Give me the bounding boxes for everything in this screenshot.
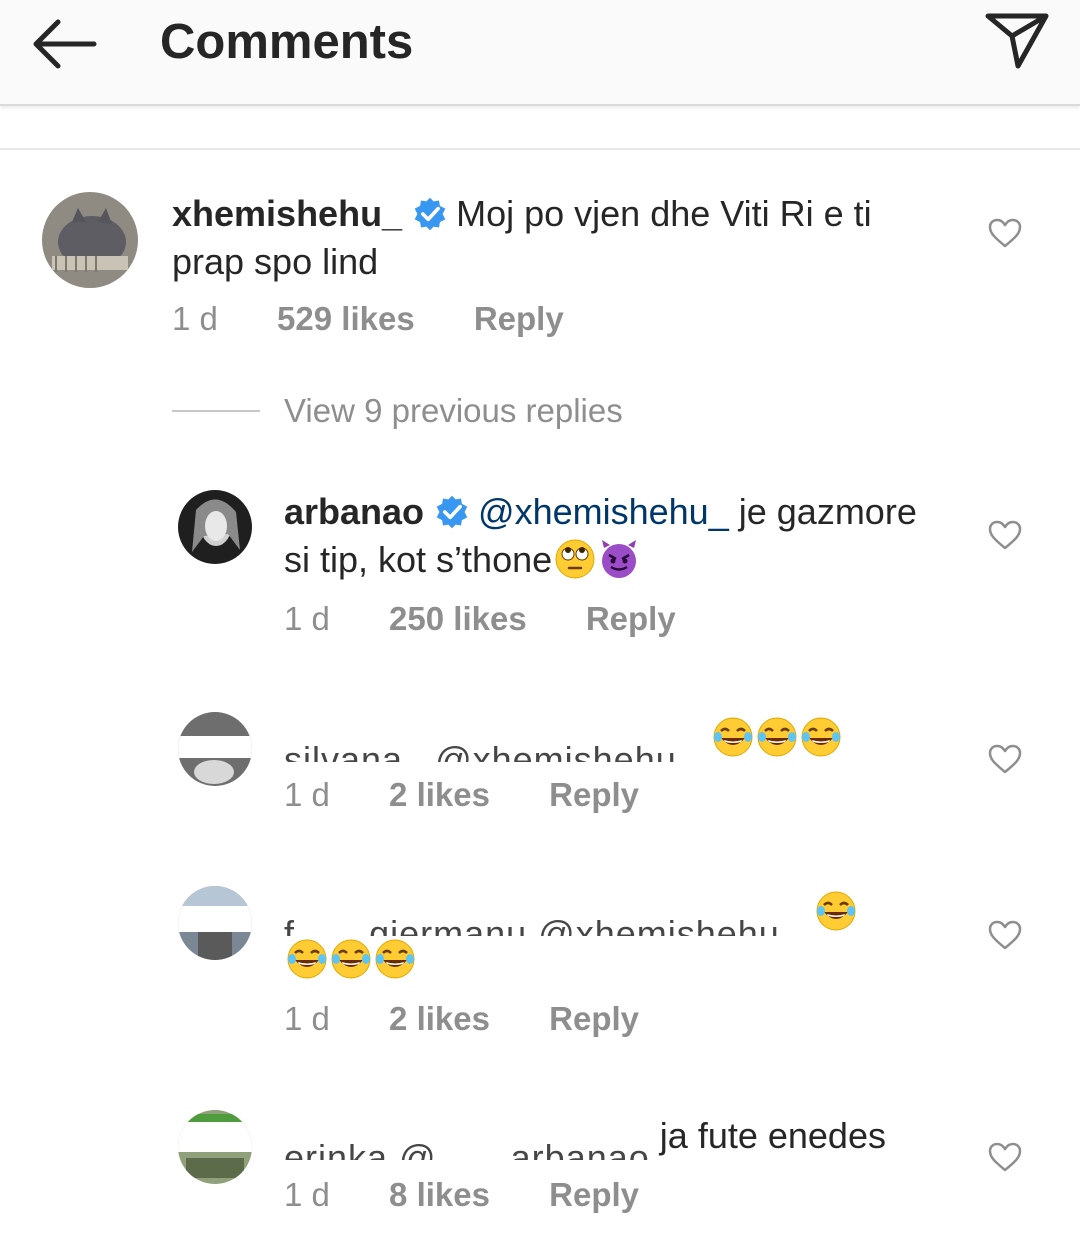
direct-send-icon[interactable] <box>984 10 1050 72</box>
tears-of-joy-emoji-icon <box>815 890 857 932</box>
heart-icon[interactable] <box>988 920 1022 950</box>
tears-of-joy-emoji-icon <box>286 938 328 980</box>
reply-time: 1 d <box>284 1176 330 1213</box>
reply-meta: 1 d 250 likes Reply <box>284 600 676 638</box>
likes-count[interactable]: 8 likes <box>389 1176 490 1214</box>
obscured-text: f ___gjermanu @xhemishehu_ <box>284 913 801 936</box>
reply-button[interactable]: Reply <box>549 1000 639 1038</box>
likes-count[interactable]: 2 likes <box>389 1000 490 1038</box>
obscured-text: erinka @ ___arbanao <box>284 1137 650 1160</box>
devil-emoji-icon <box>598 538 640 580</box>
view-previous-replies[interactable]: View 9 previous replies <box>284 392 623 430</box>
avatar[interactable] <box>178 1110 252 1184</box>
tears-of-joy-emoji-icon <box>374 938 416 980</box>
comment-time: 1 d <box>172 300 218 337</box>
reply-time: 1 d <box>284 600 330 637</box>
likes-count[interactable]: 529 likes <box>277 300 415 338</box>
tears-of-joy-emoji-icon <box>800 716 842 758</box>
tears-of-joy-emoji-icon <box>712 716 754 758</box>
replies-line <box>172 410 260 412</box>
comment-meta: 1 d 529 likes Reply <box>172 300 564 338</box>
reply-button[interactable]: Reply <box>549 1176 639 1214</box>
heart-icon[interactable] <box>988 218 1022 248</box>
avatar[interactable] <box>42 192 138 288</box>
comment-username[interactable]: xhemishehu_ <box>172 193 402 234</box>
avatar[interactable] <box>178 712 252 786</box>
page-title: Comments <box>160 15 414 69</box>
header-bar: Comments <box>0 0 1080 106</box>
likes-count[interactable]: 2 likes <box>389 776 490 814</box>
rolling-eyes-emoji-icon <box>554 538 596 580</box>
reply-text: ja fute enedes <box>659 1115 886 1156</box>
divider <box>0 148 1080 150</box>
reply-button[interactable]: Reply <box>549 776 639 814</box>
reply-meta: 1 d 2 likes Reply <box>284 1000 639 1038</box>
reply-meta: 1 d 8 likes Reply <box>284 1176 639 1214</box>
reply-button[interactable]: Reply <box>474 300 564 338</box>
heart-icon[interactable] <box>988 744 1022 774</box>
back-arrow-icon[interactable] <box>28 16 98 72</box>
obscured-text: silvana_ @xhemishehu_ <box>284 739 698 762</box>
verified-badge-icon <box>434 494 470 530</box>
reply-time: 1 d <box>284 1000 330 1037</box>
avatar[interactable] <box>178 886 252 960</box>
reply-time: 1 d <box>284 776 330 813</box>
reply-meta: 1 d 2 likes Reply <box>284 776 639 814</box>
tears-of-joy-emoji-icon <box>756 716 798 758</box>
heart-icon[interactable] <box>988 520 1022 550</box>
mention-link[interactable]: @xhemishehu_ <box>478 491 729 532</box>
reply-username[interactable]: arbanao <box>284 491 424 532</box>
reply-button[interactable]: Reply <box>586 600 676 638</box>
tears-of-joy-emoji-icon <box>330 938 372 980</box>
heart-icon[interactable] <box>988 1142 1022 1172</box>
verified-badge-icon <box>412 196 448 232</box>
avatar[interactable] <box>178 490 252 564</box>
likes-count[interactable]: 250 likes <box>389 600 527 638</box>
